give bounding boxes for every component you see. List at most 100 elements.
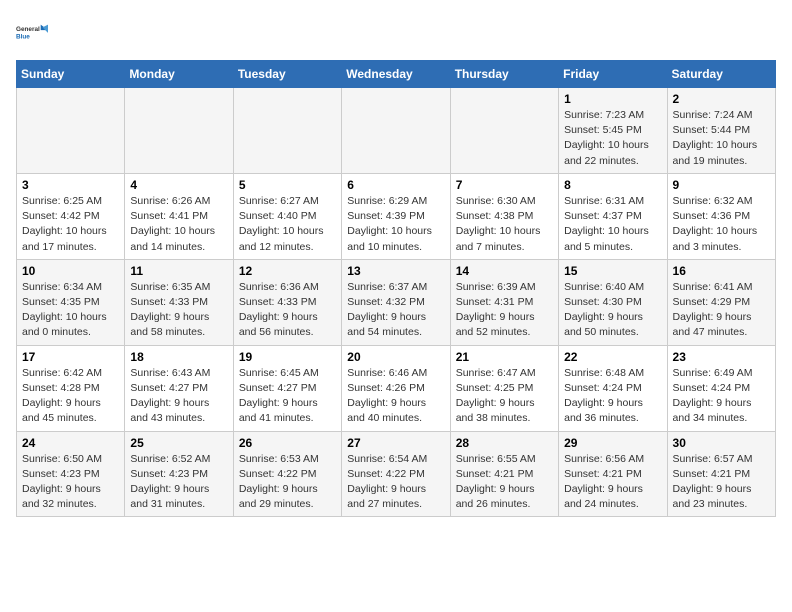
calendar-header: SundayMondayTuesdayWednesdayThursdayFrid… [17,61,776,88]
day-info: Sunrise: 6:39 AM Sunset: 4:31 PM Dayligh… [456,280,553,341]
calendar-cell: 30 Sunrise: 6:57 AM Sunset: 4:21 PM Dayli… [667,431,775,517]
day-number: 21 [456,350,553,364]
calendar-cell: 3 Sunrise: 6:25 AM Sunset: 4:42 PM Daylig… [17,173,125,259]
day-info: Sunrise: 6:41 AM Sunset: 4:29 PM Dayligh… [673,280,770,341]
logo: GeneralBlue [16,16,48,48]
day-info: Sunrise: 7:23 AM Sunset: 5:45 PM Dayligh… [564,108,661,169]
day-info: Sunrise: 6:36 AM Sunset: 4:33 PM Dayligh… [239,280,336,341]
day-number: 11 [130,264,227,278]
calendar-cell: 10 Sunrise: 6:34 AM Sunset: 4:35 PM Dayli… [17,259,125,345]
day-number: 18 [130,350,227,364]
day-number: 10 [22,264,119,278]
day-info: Sunrise: 6:34 AM Sunset: 4:35 PM Dayligh… [22,280,119,341]
logo-icon: GeneralBlue [16,16,48,48]
day-number: 22 [564,350,661,364]
day-info: Sunrise: 7:24 AM Sunset: 5:44 PM Dayligh… [673,108,770,169]
day-number: 26 [239,436,336,450]
day-info: Sunrise: 6:46 AM Sunset: 4:26 PM Dayligh… [347,366,444,427]
week-row-2: 3 Sunrise: 6:25 AM Sunset: 4:42 PM Daylig… [17,173,776,259]
page-header: GeneralBlue [16,16,776,48]
day-number: 2 [673,92,770,106]
day-number: 7 [456,178,553,192]
calendar-table: SundayMondayTuesdayWednesdayThursdayFrid… [16,60,776,517]
calendar-cell: 20Sunrise: 6:46 AM Sunset: 4:26 PM Dayli… [342,345,450,431]
day-number: 28 [456,436,553,450]
day-number: 15 [564,264,661,278]
day-number: 1 [564,92,661,106]
day-info: Sunrise: 6:27 AM Sunset: 4:40 PM Dayligh… [239,194,336,255]
calendar-cell: 9 Sunrise: 6:32 AM Sunset: 4:36 PM Daylig… [667,173,775,259]
calendar-cell: 4 Sunrise: 6:26 AM Sunset: 4:41 PM Daylig… [125,173,233,259]
calendar-cell: 12 Sunrise: 6:36 AM Sunset: 4:33 PM Dayli… [233,259,341,345]
calendar-cell: 18 Sunrise: 6:43 AM Sunset: 4:27 PM Dayli… [125,345,233,431]
day-info: Sunrise: 6:56 AM Sunset: 4:21 PM Dayligh… [564,452,661,513]
calendar-cell: 23Sunrise: 6:49 AM Sunset: 4:24 PM Dayli… [667,345,775,431]
day-number: 27 [347,436,444,450]
calendar-cell: 21 Sunrise: 6:47 AM Sunset: 4:25 PM Dayli… [450,345,558,431]
calendar-cell [125,88,233,174]
calendar-cell: 13 Sunrise: 6:37 AM Sunset: 4:32 PM Dayli… [342,259,450,345]
header-wednesday: Wednesday [342,61,450,88]
calendar-cell: 19Sunrise: 6:45 AM Sunset: 4:27 PM Dayli… [233,345,341,431]
day-number: 25 [130,436,227,450]
calendar-cell [450,88,558,174]
day-info: Sunrise: 6:30 AM Sunset: 4:38 PM Dayligh… [456,194,553,255]
day-number: 9 [673,178,770,192]
day-info: Sunrise: 6:55 AM Sunset: 4:21 PM Dayligh… [456,452,553,513]
day-info: Sunrise: 6:29 AM Sunset: 4:39 PM Dayligh… [347,194,444,255]
day-number: 13 [347,264,444,278]
day-info: Sunrise: 6:43 AM Sunset: 4:27 PM Dayligh… [130,366,227,427]
day-info: Sunrise: 6:32 AM Sunset: 4:36 PM Dayligh… [673,194,770,255]
calendar-cell: 24 Sunrise: 6:50 AM Sunset: 4:23 PM Dayli… [17,431,125,517]
calendar-cell [17,88,125,174]
svg-text:General: General [16,26,40,33]
day-number: 8 [564,178,661,192]
calendar-cell: 22 Sunrise: 6:48 AM Sunset: 4:24 PM Dayli… [559,345,667,431]
day-number: 14 [456,264,553,278]
day-number: 4 [130,178,227,192]
calendar-cell: 25Sunrise: 6:52 AM Sunset: 4:23 PM Dayli… [125,431,233,517]
header-saturday: Saturday [667,61,775,88]
calendar-cell: 7 Sunrise: 6:30 AM Sunset: 4:38 PM Daylig… [450,173,558,259]
day-info: Sunrise: 6:48 AM Sunset: 4:24 PM Dayligh… [564,366,661,427]
week-row-1: 1 Sunrise: 7:23 AM Sunset: 5:45 PM Daylig… [17,88,776,174]
calendar-cell: 14 Sunrise: 6:39 AM Sunset: 4:31 PM Dayli… [450,259,558,345]
day-info: Sunrise: 6:45 AM Sunset: 4:27 PM Dayligh… [239,366,336,427]
day-info: Sunrise: 6:53 AM Sunset: 4:22 PM Dayligh… [239,452,336,513]
header-sunday: Sunday [17,61,125,88]
calendar-cell [342,88,450,174]
calendar-cell: 27 Sunrise: 6:54 AM Sunset: 4:22 PM Dayli… [342,431,450,517]
calendar-cell: 29Sunrise: 6:56 AM Sunset: 4:21 PM Dayli… [559,431,667,517]
day-info: Sunrise: 6:49 AM Sunset: 4:24 PM Dayligh… [673,366,770,427]
day-info: Sunrise: 6:35 AM Sunset: 4:33 PM Dayligh… [130,280,227,341]
day-number: 3 [22,178,119,192]
day-info: Sunrise: 6:37 AM Sunset: 4:32 PM Dayligh… [347,280,444,341]
day-number: 17 [22,350,119,364]
day-info: Sunrise: 6:31 AM Sunset: 4:37 PM Dayligh… [564,194,661,255]
header-tuesday: Tuesday [233,61,341,88]
day-number: 30 [673,436,770,450]
header-thursday: Thursday [450,61,558,88]
day-info: Sunrise: 6:25 AM Sunset: 4:42 PM Dayligh… [22,194,119,255]
day-info: Sunrise: 6:50 AM Sunset: 4:23 PM Dayligh… [22,452,119,513]
calendar-cell: 11 Sunrise: 6:35 AM Sunset: 4:33 PM Dayli… [125,259,233,345]
day-info: Sunrise: 6:57 AM Sunset: 4:21 PM Dayligh… [673,452,770,513]
day-info: Sunrise: 6:54 AM Sunset: 4:22 PM Dayligh… [347,452,444,513]
calendar-cell [233,88,341,174]
calendar-cell: 16Sunrise: 6:41 AM Sunset: 4:29 PM Dayli… [667,259,775,345]
header-row: SundayMondayTuesdayWednesdayThursdayFrid… [17,61,776,88]
calendar-cell: 26 Sunrise: 6:53 AM Sunset: 4:22 PM Dayli… [233,431,341,517]
day-number: 24 [22,436,119,450]
week-row-4: 17 Sunrise: 6:42 AM Sunset: 4:28 PM Dayli… [17,345,776,431]
day-info: Sunrise: 6:47 AM Sunset: 4:25 PM Dayligh… [456,366,553,427]
day-info: Sunrise: 6:42 AM Sunset: 4:28 PM Dayligh… [22,366,119,427]
calendar-cell: 15 Sunrise: 6:40 AM Sunset: 4:30 PM Dayli… [559,259,667,345]
week-row-5: 24 Sunrise: 6:50 AM Sunset: 4:23 PM Dayli… [17,431,776,517]
calendar-cell: 8 Sunrise: 6:31 AM Sunset: 4:37 PM Daylig… [559,173,667,259]
calendar-cell: 17 Sunrise: 6:42 AM Sunset: 4:28 PM Dayli… [17,345,125,431]
calendar-cell: 6Sunrise: 6:29 AM Sunset: 4:39 PM Daylig… [342,173,450,259]
calendar-cell: 1 Sunrise: 7:23 AM Sunset: 5:45 PM Daylig… [559,88,667,174]
day-info: Sunrise: 6:26 AM Sunset: 4:41 PM Dayligh… [130,194,227,255]
day-info: Sunrise: 6:40 AM Sunset: 4:30 PM Dayligh… [564,280,661,341]
day-number: 12 [239,264,336,278]
